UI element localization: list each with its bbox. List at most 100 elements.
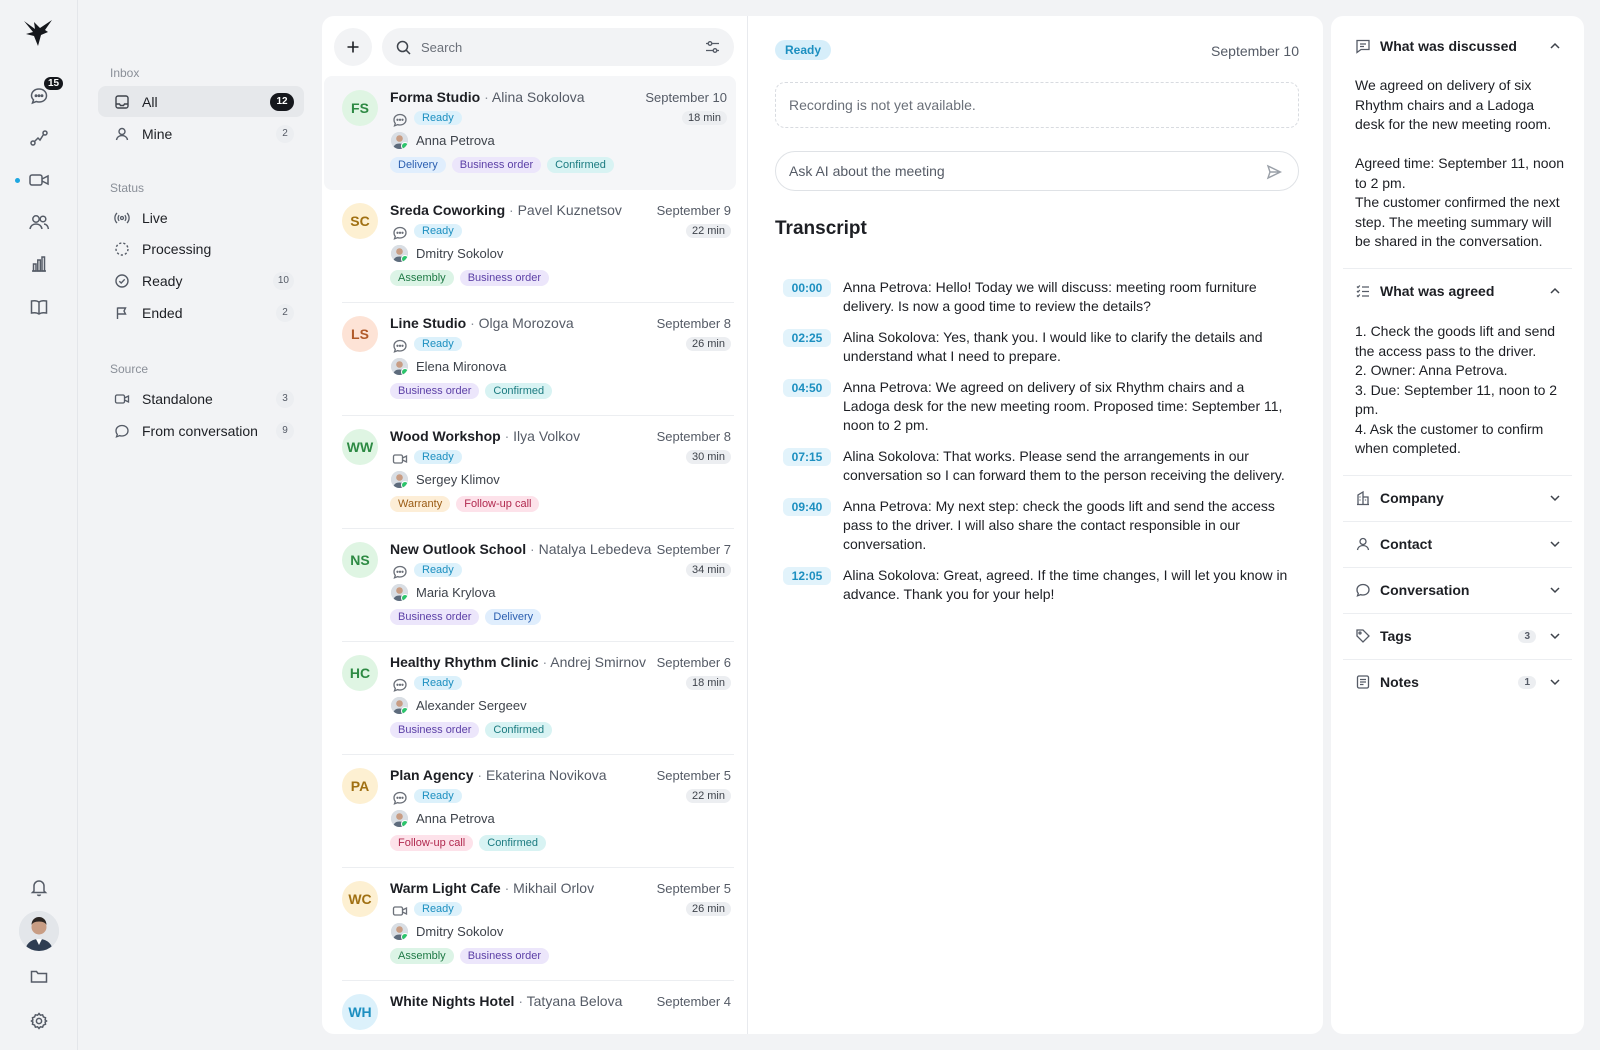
meeting-card[interactable]: WW Wood Workshop · Ilya Volkov September 8… (330, 415, 734, 529)
meeting-card[interactable]: WC Warm Light Cafe · Mikhail Orlov Septemb… (330, 867, 734, 981)
separator-dot: · (500, 880, 514, 896)
building-icon (1355, 490, 1371, 506)
meeting-card[interactable]: LS Line Studio · Olga Morozova September 8… (330, 302, 734, 416)
users-icon (28, 212, 50, 232)
duration-badge: 30 min (685, 450, 731, 464)
analytics-nav-button[interactable] (24, 249, 54, 279)
tag[interactable]: Business order (390, 722, 480, 738)
chevron-up-icon (1548, 284, 1562, 298)
tag[interactable]: Business order (390, 609, 480, 625)
company-name: Warm Light Cafe (390, 880, 501, 896)
tag[interactable]: Assembly (390, 948, 454, 964)
filter-live[interactable]: Live (98, 202, 304, 233)
filter-ended[interactable]: Ended 2 (98, 297, 304, 328)
tags-count: 3 (1518, 629, 1536, 643)
inbox-tray-icon (114, 94, 130, 110)
filter-standalone[interactable]: Standalone 3 (98, 383, 304, 414)
contacts-nav-button[interactable] (24, 207, 54, 237)
tag[interactable]: Warranty (390, 496, 451, 512)
meeting-card[interactable]: HC Healthy Rhythm Clinic · Andrej Smirnov… (330, 641, 734, 755)
tag[interactable]: Business order (451, 157, 542, 173)
active-nav-indicator (15, 178, 20, 183)
filter-all[interactable]: All 12 (98, 86, 304, 117)
timestamp[interactable]: 00:00 (783, 279, 831, 297)
timestamp[interactable]: 09:40 (783, 498, 831, 516)
tag[interactable]: Confirmed (485, 722, 553, 738)
separator-dot: · (473, 767, 486, 783)
separator-dot: · (538, 654, 551, 670)
discussed-text: We agreed on delivery of six Rhythm chai… (1355, 77, 1565, 249)
user-avatar[interactable] (19, 911, 59, 951)
tag[interactable]: Business order (390, 383, 480, 399)
settings-button[interactable] (24, 1006, 54, 1036)
tag[interactable]: Business order (459, 948, 550, 964)
ask-ai-input[interactable] (789, 163, 1249, 179)
routes-nav-button[interactable] (24, 123, 54, 153)
meetings-nav-button[interactable] (24, 165, 54, 195)
files-button[interactable] (24, 961, 54, 991)
tag[interactable]: Follow-up call (390, 835, 474, 851)
tag[interactable]: Follow-up call (456, 496, 540, 512)
tag[interactable]: Delivery (485, 609, 542, 625)
meeting-title: Wood Workshop · Ilya Volkov (390, 428, 580, 444)
discussed-section-header[interactable]: What was discussed (1343, 24, 1572, 68)
filter-sliders-icon[interactable] (705, 40, 720, 54)
chats-nav-button[interactable]: 15 (24, 75, 66, 111)
tag[interactable]: Delivery (390, 157, 446, 173)
user-icon (1355, 536, 1371, 552)
tag[interactable]: Confirmed (479, 835, 546, 851)
notes-section-header[interactable]: Notes 1 (1343, 660, 1572, 704)
separator-dot: · (466, 315, 479, 331)
note-icon (1355, 674, 1371, 690)
meeting-card[interactable]: SC Sreda Coworking · Pavel Kuznetsov Septe… (330, 189, 734, 303)
company-section-header[interactable]: Company (1343, 476, 1572, 520)
agent-avatar (391, 697, 408, 714)
meeting-title: Plan Agency · Ekaterina Novikova (390, 767, 607, 783)
bar-chart-icon (29, 254, 49, 274)
tag[interactable]: Assembly (390, 270, 454, 286)
filter-ready[interactable]: Ready 10 (98, 265, 304, 296)
section-title: Company (1380, 490, 1444, 506)
tags-section-header[interactable]: Tags 3 (1343, 614, 1572, 658)
filter-count: 12 (270, 92, 294, 111)
filter-label: From conversation (142, 422, 258, 439)
summary-panel: What was discussed We agreed on delivery… (1331, 16, 1584, 1034)
meeting-card[interactable]: FS Forma Studio · Alina Sokolova September… (324, 76, 736, 190)
timestamp[interactable]: 07:15 (783, 448, 831, 466)
contact-name: Pavel Kuznetsov (517, 202, 622, 218)
tag[interactable]: Confirmed (547, 157, 614, 173)
meeting-card[interactable]: PA Plan Agency · Ekaterina Novikova Septem… (330, 754, 734, 868)
filter-mine[interactable]: Mine 2 (98, 118, 304, 149)
transcript-line: 00:00 Anna Petrova: Hello! Today we will … (783, 278, 1293, 316)
video-camera-icon (28, 170, 50, 190)
notifications-button[interactable] (24, 872, 54, 902)
tag[interactable]: Business order (459, 270, 550, 286)
agent-avatar (391, 358, 408, 375)
plus-icon (346, 40, 360, 54)
contact-name: Andrej Smirnov (550, 654, 646, 670)
bird-logo-icon[interactable] (21, 16, 55, 50)
meeting-title: Healthy Rhythm Clinic · Andrej Smirnov (390, 654, 646, 670)
contact-section-header[interactable]: Contact (1343, 522, 1572, 566)
send-icon[interactable] (1266, 164, 1282, 180)
conversation-section-header[interactable]: Conversation (1343, 568, 1572, 612)
section-title: Conversation (1380, 582, 1470, 598)
timestamp[interactable]: 12:05 (783, 567, 831, 585)
meeting-date: September 6 (656, 655, 731, 670)
agent-avatar (391, 132, 408, 149)
timestamp[interactable]: 02:25 (783, 329, 831, 347)
add-meeting-button[interactable] (334, 28, 372, 66)
bell-icon (29, 877, 49, 897)
filter-from-conversation[interactable]: From conversation 9 (98, 415, 304, 446)
loader-icon (114, 241, 130, 257)
tag[interactable]: Confirmed (485, 383, 553, 399)
filter-label: Ready (142, 272, 183, 289)
meeting-card[interactable]: NS New Outlook School · Natalya Lebedeva S… (330, 528, 734, 642)
agreed-section-header[interactable]: What was agreed (1343, 269, 1572, 313)
meeting-card[interactable]: WH White Nights Hotel · Tatyana Belova Sep… (330, 980, 734, 1034)
knowledge-nav-button[interactable] (24, 292, 54, 322)
chat-bubble-icon (114, 423, 130, 439)
timestamp[interactable]: 04:50 (783, 379, 831, 397)
filter-processing[interactable]: Processing (98, 233, 304, 264)
search-input[interactable] (421, 39, 681, 55)
